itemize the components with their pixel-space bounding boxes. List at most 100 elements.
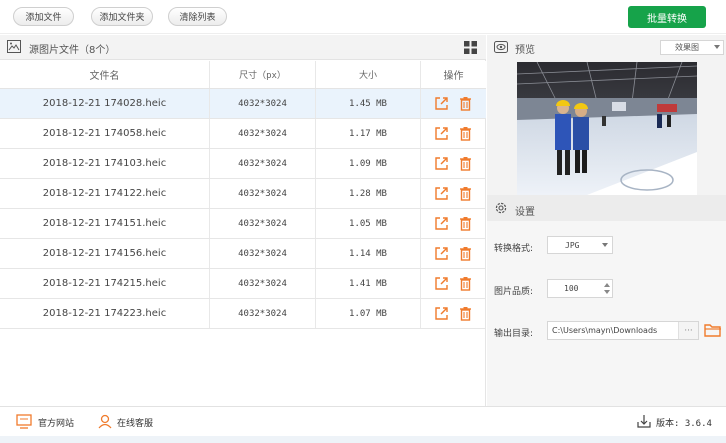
- trash-icon[interactable]: [458, 276, 473, 291]
- trash-icon[interactable]: [458, 216, 473, 231]
- size-cell: 1.28 MB: [316, 179, 421, 208]
- batch-convert-button[interactable]: 批量转换: [628, 6, 706, 28]
- open-external-icon[interactable]: [434, 246, 449, 261]
- file-name-cell: 2018-12-21 174028.heic: [0, 89, 210, 118]
- decrement-arrow-icon[interactable]: [604, 290, 610, 294]
- file-list-panel: 源图片文件（8个） 文件名 尺寸（px） 大小 操作 2018-12-21 17…: [0, 35, 486, 406]
- output-label: 输出目录:: [494, 329, 534, 339]
- dimensions-cell: 4032*3024: [210, 299, 316, 328]
- table-row[interactable]: 2018-12-21 174215.heic 4032*3024 1.41 MB: [0, 269, 486, 299]
- table-row[interactable]: 2018-12-21 174223.heic 4032*3024 1.07 MB: [0, 299, 486, 329]
- file-list-header: 源图片文件（8个）: [0, 35, 486, 60]
- trash-icon[interactable]: [458, 306, 473, 321]
- open-external-icon[interactable]: [434, 156, 449, 171]
- version-label: 版本: 3.6.4: [656, 419, 712, 429]
- size-cell: 1.45 MB: [316, 89, 421, 118]
- browse-button[interactable]: ···: [678, 322, 698, 339]
- preview-image: [517, 62, 697, 195]
- trash-icon[interactable]: [458, 96, 473, 111]
- quality-stepper[interactable]: 100: [547, 279, 613, 298]
- trash-icon[interactable]: [458, 156, 473, 171]
- size-cell: 1.07 MB: [316, 299, 421, 328]
- table-row[interactable]: 2018-12-21 174122.heic 4032*3024 1.28 MB: [0, 179, 486, 209]
- column-header-size[interactable]: 大小: [316, 61, 421, 88]
- format-value: JPG: [565, 240, 580, 250]
- add-folder-button[interactable]: 添加文件夹: [91, 7, 153, 26]
- image-icon: [7, 40, 21, 53]
- format-label: 转换格式:: [494, 244, 534, 254]
- column-header-filename[interactable]: 文件名: [0, 61, 210, 88]
- column-header-dimensions[interactable]: 尺寸（px）: [210, 61, 316, 88]
- settings-header: 设置: [487, 195, 726, 221]
- file-name-cell: 2018-12-21 174122.heic: [0, 179, 210, 208]
- chevron-down-icon: [714, 45, 720, 49]
- trash-icon[interactable]: [458, 186, 473, 201]
- dimensions-cell: 4032*3024: [210, 209, 316, 238]
- website-link[interactable]: 官方网站: [38, 416, 74, 429]
- actions-cell: [421, 299, 486, 328]
- dimensions-cell: 4032*3024: [210, 179, 316, 208]
- output-path: C:\Users\mayn\Downloads: [552, 326, 658, 335]
- download-icon[interactable]: [636, 414, 652, 429]
- dimensions-cell: 4032*3024: [210, 269, 316, 298]
- size-cell: 1.14 MB: [316, 239, 421, 268]
- settings-panel: 设置 转换格式: JPG 图片品质: 100 输出目录: C:\Users\ma…: [487, 195, 726, 406]
- preview-panel: 预览 效果图: [487, 35, 726, 195]
- open-external-icon[interactable]: [434, 216, 449, 231]
- actions-cell: [421, 179, 486, 208]
- open-external-icon[interactable]: [434, 306, 449, 321]
- size-cell: 1.09 MB: [316, 149, 421, 178]
- support-link[interactable]: 在线客服: [117, 416, 153, 429]
- increment-arrow-icon[interactable]: [604, 283, 610, 287]
- actions-cell: [421, 149, 486, 178]
- open-external-icon[interactable]: [434, 96, 449, 111]
- toolbar: 添加文件 添加文件夹 清除列表 批量转换: [0, 0, 726, 34]
- settings-title: 设置: [515, 207, 535, 218]
- eye-icon: [494, 41, 508, 53]
- dimensions-cell: 4032*3024: [210, 119, 316, 148]
- table-row[interactable]: 2018-12-21 174058.heic 4032*3024 1.17 MB: [0, 119, 486, 149]
- preview-mode-select[interactable]: 效果图: [660, 40, 724, 55]
- trash-icon[interactable]: [458, 246, 473, 261]
- table-row[interactable]: 2018-12-21 174103.heic 4032*3024 1.09 MB: [0, 149, 486, 179]
- column-header-actions: 操作: [443, 71, 464, 82]
- table-row[interactable]: 2018-12-21 174151.heic 4032*3024 1.05 MB: [0, 209, 486, 239]
- support-agent-icon: [98, 414, 112, 429]
- dimensions-cell: 4032*3024: [210, 239, 316, 268]
- file-name-cell: 2018-12-21 174223.heic: [0, 299, 210, 328]
- chevron-down-icon: [602, 243, 608, 247]
- open-external-icon[interactable]: [434, 186, 449, 201]
- file-name-cell: 2018-12-21 174156.heic: [0, 239, 210, 268]
- file-list-title: 源图片文件（8个）: [29, 45, 116, 56]
- clear-list-button[interactable]: 清除列表: [168, 7, 227, 26]
- trash-icon[interactable]: [458, 126, 473, 141]
- monitor-icon: [16, 414, 32, 429]
- dimensions-cell: 4032*3024: [210, 89, 316, 118]
- size-cell: 1.17 MB: [316, 119, 421, 148]
- actions-cell: [421, 119, 486, 148]
- table-header: 文件名 尺寸（px） 大小 操作: [0, 61, 486, 89]
- actions-cell: [421, 209, 486, 238]
- gear-icon: [495, 202, 507, 214]
- actions-cell: [421, 89, 486, 118]
- open-external-icon[interactable]: [434, 126, 449, 141]
- folder-icon[interactable]: [704, 322, 722, 337]
- file-table: 文件名 尺寸（px） 大小 操作 2018-12-21 174028.heic 4…: [0, 61, 486, 329]
- table-row[interactable]: 2018-12-21 174156.heic 4032*3024 1.14 MB: [0, 239, 486, 269]
- actions-cell: [421, 239, 486, 268]
- preview-header: 预览 效果图: [487, 35, 726, 60]
- add-file-button[interactable]: 添加文件: [13, 7, 74, 26]
- output-directory-field[interactable]: C:\Users\mayn\Downloads ···: [547, 321, 699, 340]
- format-select[interactable]: JPG: [547, 236, 613, 254]
- file-name-cell: 2018-12-21 174058.heic: [0, 119, 210, 148]
- size-cell: 1.05 MB: [316, 209, 421, 238]
- grid-view-icon[interactable]: [464, 41, 477, 54]
- actions-cell: [421, 269, 486, 298]
- preview-title: 预览: [515, 45, 535, 56]
- file-name-cell: 2018-12-21 174103.heic: [0, 149, 210, 178]
- open-external-icon[interactable]: [434, 276, 449, 291]
- bottom-strip: [0, 436, 726, 443]
- file-name-cell: 2018-12-21 174151.heic: [0, 209, 210, 238]
- table-row[interactable]: 2018-12-21 174028.heic 4032*3024 1.45 MB: [0, 89, 486, 119]
- dimensions-cell: 4032*3024: [210, 149, 316, 178]
